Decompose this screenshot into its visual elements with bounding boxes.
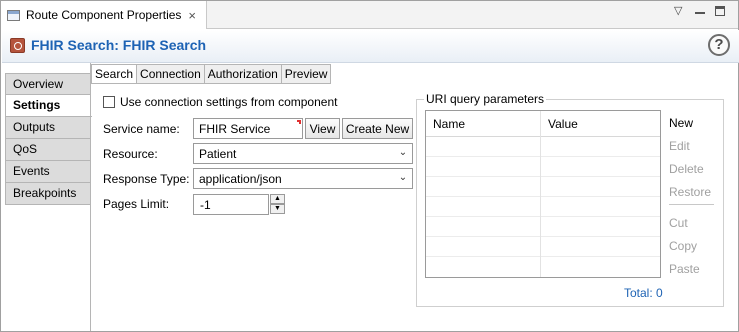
content-divider bbox=[90, 63, 91, 331]
column-header-value[interactable]: Value bbox=[548, 117, 578, 131]
fhir-search-icon bbox=[10, 38, 25, 53]
table-row bbox=[426, 197, 660, 217]
side-tabs: Overview Settings Outputs QoS Events Bre… bbox=[5, 73, 92, 205]
minimize-icon[interactable] bbox=[695, 6, 705, 17]
delete-button[interactable]: Delete bbox=[669, 162, 704, 176]
table-row bbox=[426, 237, 660, 257]
response-type-select[interactable]: application/json ⌄ bbox=[193, 168, 413, 189]
actions-separator bbox=[669, 204, 714, 205]
paste-button[interactable]: Paste bbox=[669, 262, 700, 276]
stepper-down-icon[interactable]: ▼ bbox=[270, 204, 285, 214]
side-tab-overview[interactable]: Overview bbox=[5, 73, 91, 95]
side-tab-qos[interactable]: QoS bbox=[5, 139, 91, 161]
view-tab-bar: Route Component Properties × ▽ bbox=[1, 1, 738, 29]
view-menu-icon[interactable]: ▽ bbox=[674, 6, 682, 17]
side-tab-settings[interactable]: Settings bbox=[5, 95, 92, 117]
copy-button[interactable]: Copy bbox=[669, 239, 697, 253]
chevron-down-icon[interactable]: ⌄ bbox=[397, 172, 409, 184]
table-row bbox=[426, 157, 660, 177]
side-tab-outputs[interactable]: Outputs bbox=[5, 117, 91, 139]
use-connection-settings-label: Use connection settings from component bbox=[120, 95, 338, 109]
side-tab-events[interactable]: Events bbox=[5, 161, 91, 183]
pages-limit-value: -1 bbox=[200, 198, 211, 212]
service-name-label: Service name: bbox=[103, 122, 180, 136]
uri-query-parameters-title: URI query parameters bbox=[424, 92, 547, 106]
response-type-label: Response Type: bbox=[103, 172, 190, 186]
tab-connection[interactable]: Connection bbox=[137, 64, 205, 84]
resource-select[interactable]: Patient ⌄ bbox=[193, 143, 413, 164]
table-row bbox=[426, 177, 660, 197]
restore-button[interactable]: Restore bbox=[669, 185, 711, 199]
resource-label: Resource: bbox=[103, 147, 158, 161]
column-header-name[interactable]: Name bbox=[433, 117, 465, 131]
sub-tabs: Search Connection Authorization Preview bbox=[91, 64, 332, 84]
modified-marker bbox=[297, 120, 301, 124]
close-icon[interactable]: × bbox=[188, 9, 196, 22]
page-title: FHIR Search: FHIR Search bbox=[31, 37, 207, 53]
view-button[interactable]: View bbox=[305, 118, 340, 139]
side-tab-breakpoints[interactable]: Breakpoints bbox=[5, 183, 91, 205]
view-tab-title: Route Component Properties bbox=[26, 8, 182, 22]
properties-icon bbox=[7, 9, 20, 21]
response-type-value: application/json bbox=[199, 172, 282, 186]
pages-limit-input[interactable]: -1 bbox=[193, 194, 269, 215]
service-name-select[interactable]: FHIR Service bbox=[193, 118, 303, 139]
properties-header: FHIR Search: FHIR Search ? bbox=[2, 30, 739, 63]
edit-button[interactable]: Edit bbox=[669, 139, 690, 153]
tab-preview[interactable]: Preview bbox=[281, 64, 332, 84]
table-row bbox=[426, 217, 660, 237]
table-row bbox=[426, 137, 660, 157]
cut-button[interactable]: Cut bbox=[669, 216, 688, 230]
maximize-icon[interactable] bbox=[715, 6, 725, 19]
chevron-down-icon[interactable]: ⌄ bbox=[397, 147, 409, 159]
column-divider bbox=[540, 111, 541, 277]
service-name-value: FHIR Service bbox=[199, 122, 271, 136]
use-connection-settings-row: Use connection settings from component bbox=[103, 95, 337, 109]
create-new-button[interactable]: Create New bbox=[342, 118, 413, 139]
tab-search[interactable]: Search bbox=[91, 64, 138, 84]
pages-limit-stepper: ▲ ▼ bbox=[270, 194, 285, 215]
help-icon[interactable]: ? bbox=[708, 34, 730, 56]
pages-limit-label: Pages Limit: bbox=[103, 197, 170, 211]
stepper-up-icon[interactable]: ▲ bbox=[270, 194, 285, 204]
properties-view: Route Component Properties × ▽ FHIR Sear… bbox=[0, 0, 739, 332]
uri-params-table[interactable]: Name Value bbox=[425, 110, 661, 278]
tab-authorization[interactable]: Authorization bbox=[204, 64, 282, 84]
resource-value: Patient bbox=[199, 147, 237, 161]
use-connection-settings-checkbox[interactable] bbox=[103, 96, 115, 108]
view-tab-route-component-properties[interactable]: Route Component Properties × bbox=[1, 1, 207, 29]
table-header: Name Value bbox=[426, 111, 660, 137]
total-count: Total: 0 bbox=[624, 286, 663, 300]
new-button[interactable]: New bbox=[669, 116, 693, 130]
sub-tabs-baseline bbox=[91, 83, 331, 84]
